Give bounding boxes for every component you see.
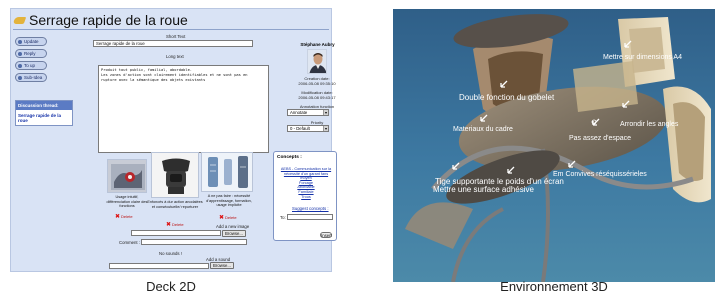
update-button[interactable]: Update [15,37,47,46]
bullet-icon [18,39,22,44]
image-thumbnail[interactable] [107,159,147,193]
delete-x-icon: ✖ [115,214,121,220]
scene-label: Mettre une surface adhésive [433,185,534,194]
scene-label: Double fonction du gobelet [459,93,555,102]
author-block: Stéphane Aubry [295,42,340,47]
bullet-icon [18,51,22,56]
browse-image-button[interactable]: Browse... [222,230,246,237]
comment-label: Comment : [119,240,141,245]
modification-date: 2006-05-08 09:43:17 [298,95,336,100]
bullet-icon [18,75,22,80]
thread-caption: Discussion thread: [16,101,72,110]
header-divider [13,29,329,30]
scene-label: Mettre sur dimensions A4 [603,54,682,61]
bullet-icon [18,63,22,68]
concept-input[interactable] [287,214,333,220]
discussion-thread-box: Discussion thread: Serrage rapide de la … [15,100,73,126]
image-thumbnail[interactable] [201,152,253,192]
scene-3d-render [393,9,715,282]
side-button-group: Update Reply To up Sub-Idea [15,37,47,85]
suggest-concepts-link[interactable]: Suggest concepts : [292,206,329,211]
concepts-caption: Concepts : [277,155,302,160]
delete-link[interactable]: ✖ Delete [115,213,133,220]
short-text-label: Short Text [166,34,186,39]
deck-header: Serrage rapide de la roue [12,11,188,29]
concepts-list: AEBS - Communication sur la nécessité d'… [278,167,334,199]
buckle-product-icon [152,153,198,197]
priority-select[interactable]: 0 - Default ▾ [287,125,329,132]
image-caption: A ne pas faire : nécessité d'apprentissa… [206,194,252,207]
deck-2d-window: Serrage rapide de la roue Update Reply T… [10,8,337,272]
scene-label: Em Convives réséquissérieles [553,171,647,178]
avatar [307,49,327,74]
figure: Serrage rapide de la roue Update Reply T… [0,0,721,302]
comment-input[interactable] [141,239,247,245]
browse-sound-button[interactable]: Browse... [210,262,234,269]
short-text-input[interactable]: Serrage rapide de la roue [93,40,253,47]
scene-3d: Mettre sur dimensions A4 Double fonction… [393,9,715,282]
buckle-photo-icon [108,160,146,192]
thread-link[interactable]: Serrage rapide de la roue [16,110,72,126]
to-label: To: [280,215,286,220]
sound-file-input[interactable] [109,263,209,269]
title-arrow-icon [12,16,27,24]
reply-button[interactable]: Reply [15,49,47,58]
to-up-button[interactable]: To up [15,61,47,70]
scene-label: Pas assez d'espace [569,135,632,142]
chevron-down-icon: ▾ [323,126,328,131]
long-text-label: Long text [166,54,184,59]
person-photo-icon [308,50,326,73]
scene-label: Materiaux du cadre [453,126,513,133]
image-caption: Enfoncés à dur action anodalées et consé… [147,200,203,209]
long-text-area[interactable]: Produit tout public, familial, abordable… [98,65,269,153]
sub-idea-button[interactable]: Sub-Idea [15,73,47,82]
page-title: Serrage rapide de la roue [29,12,188,28]
image-file-input[interactable] [131,230,221,236]
concept-item[interactable]: Trous [278,195,334,200]
add-image-label: Add a new image [216,224,250,229]
delete-x-icon: ✖ [219,215,225,221]
image-caption: Usage intuitif, différenciation claire d… [106,195,148,208]
insert-button[interactable]: Insert [320,232,332,238]
image-thumbnail[interactable] [151,152,199,198]
concept-item[interactable]: AEBS - Communication sur la nécessité d'… [278,167,334,181]
delete-link[interactable]: ✖ Delete [219,214,237,221]
author-name: Stéphane Aubry [300,42,335,47]
left-caption: Deck 2D [146,279,196,294]
right-caption: Environnement 3D [500,279,608,294]
no-sounds-text: No sounds ! [159,251,182,256]
delete-x-icon: ✖ [166,222,172,228]
chevron-down-icon: ▾ [323,110,328,115]
concepts-panel: Concepts : AEBS - Communication sur la n… [273,151,337,241]
delete-link[interactable]: ✖ Delete [166,221,184,228]
diagram-photo-icon [202,153,252,191]
annotation-select[interactable]: Annotate ▾ [287,109,329,116]
scene-label: Arrondir les angles [620,121,679,128]
creation-date: 2006-05-08 09:35:10 [298,81,336,86]
